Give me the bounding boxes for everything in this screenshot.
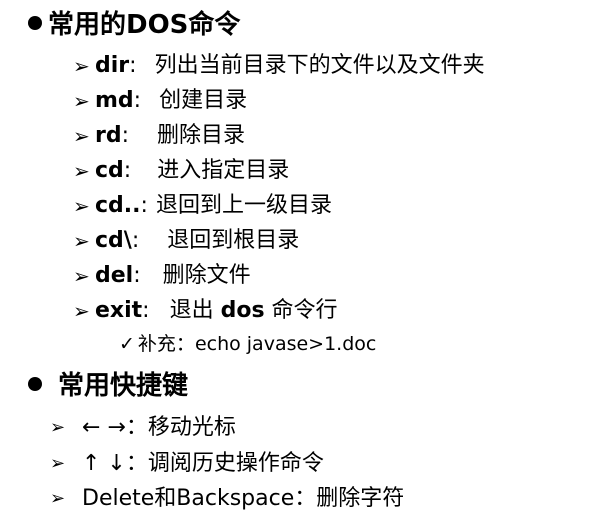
black-circle-bullet-icon bbox=[28, 16, 42, 30]
shortcut-row-delete: ➢ Delete和Backspace：删除字符 bbox=[50, 484, 404, 514]
arrowhead-bullet-icon: ➢ bbox=[50, 417, 66, 438]
arrowhead-bullet-icon: ➢ bbox=[73, 264, 90, 288]
command-description: 退回到根目录 bbox=[167, 228, 300, 253]
shortcut-description: 移动光标 bbox=[147, 415, 236, 440]
command-description: 退回到上一级目录 bbox=[155, 193, 332, 218]
arrowhead-bullet-icon: ➢ bbox=[50, 453, 66, 474]
command-description-post: 命令行 bbox=[264, 298, 338, 323]
arrowhead-bullet-icon: ➢ bbox=[73, 299, 90, 323]
command-separator: : bbox=[133, 88, 142, 113]
command-description: 删除文件 bbox=[162, 263, 251, 288]
shortcuts-heading: 常用快捷键 bbox=[28, 371, 188, 401]
command-separator: : bbox=[129, 53, 137, 78]
command-separator: : bbox=[131, 228, 140, 253]
command-description: 列出当前目录下的文件以及文件夹 bbox=[154, 53, 485, 78]
command-name: dir bbox=[95, 53, 130, 78]
command-description: 进入指定目录 bbox=[157, 158, 290, 183]
arrowhead-bullet-icon: ➢ bbox=[73, 89, 90, 113]
shortcut-keys: ← →： bbox=[82, 415, 148, 440]
arrowhead-bullet-icon: ➢ bbox=[50, 488, 66, 509]
command-row-md: ➢ md : 创建目录 bbox=[73, 86, 247, 116]
command-name: cd.. bbox=[95, 193, 141, 218]
arrowhead-bullet-icon: ➢ bbox=[73, 54, 90, 78]
command-description-keyword: dos bbox=[220, 298, 265, 323]
command-row-cd: ➢ cd : 进入指定目录 bbox=[73, 156, 289, 186]
command-separator: : bbox=[121, 123, 130, 148]
command-separator: : bbox=[123, 158, 132, 183]
supplement-text: echo javase>1.doc bbox=[194, 333, 377, 355]
shortcut-row-history: ➢ ↑ ↓：调阅历史操作命令 bbox=[50, 449, 324, 479]
arrowhead-bullet-icon: ➢ bbox=[73, 229, 90, 253]
page: 常用的DOS命令 ➢ dir : 列出当前目录下的文件以及文件夹 ➢ md : 创建目录… bbox=[0, 0, 596, 529]
command-name: exit bbox=[95, 298, 143, 323]
command-name: cd bbox=[95, 158, 124, 183]
command-separator: : bbox=[133, 263, 141, 288]
shortcut-description: 删除字符 bbox=[316, 486, 405, 511]
shortcuts-title: 常用快捷键 bbox=[58, 371, 189, 401]
command-description: 创建目录 bbox=[159, 88, 248, 113]
command-description-pre: 退出 bbox=[169, 298, 221, 323]
command-description: 退出 dos 命令行 bbox=[170, 296, 338, 326]
command-row-cd-root: ➢ cd\: 退回到根目录 bbox=[73, 226, 299, 256]
shortcut-row-cursor: ➢ ← →：移动光标 bbox=[50, 413, 236, 443]
command-separator: : bbox=[142, 298, 150, 323]
command-name: md bbox=[95, 88, 134, 113]
arrowhead-bullet-icon: ➢ bbox=[73, 124, 90, 148]
command-row-rd: ➢ rd : 删除目录 bbox=[73, 121, 245, 151]
arrowhead-bullet-icon: ➢ bbox=[73, 159, 90, 183]
black-circle-bullet-icon bbox=[28, 377, 42, 391]
command-name: cd\ bbox=[95, 228, 132, 253]
command-row-del: ➢ del : 删除文件 bbox=[73, 261, 251, 291]
command-row-cd-up: ➢ cd.. : 退回到上一级目录 bbox=[73, 191, 332, 221]
supplement-label: 补充： bbox=[137, 333, 195, 355]
shortcut-description: 调阅历史操作命令 bbox=[147, 451, 324, 476]
checkmark-icon: ✓ bbox=[119, 333, 135, 355]
command-name: del bbox=[95, 263, 134, 288]
arrowhead-bullet-icon: ➢ bbox=[73, 194, 90, 218]
dos-commands-heading: 常用的DOS命令 bbox=[28, 10, 240, 40]
command-name: rd bbox=[95, 123, 122, 148]
command-row-exit: ➢ exit : 退出 dos 命令行 bbox=[73, 296, 338, 326]
supplement-note: ✓ 补充：echo javase>1.doc bbox=[119, 332, 376, 356]
dos-commands-title: 常用的DOS命令 bbox=[48, 10, 241, 40]
shortcut-keys: ↑ ↓： bbox=[82, 451, 148, 476]
command-separator: : bbox=[140, 193, 148, 218]
command-row-dir: ➢ dir : 列出当前目录下的文件以及文件夹 bbox=[73, 51, 485, 81]
shortcut-keys: Delete和Backspace： bbox=[82, 486, 317, 511]
command-description: 删除目录 bbox=[157, 123, 246, 148]
